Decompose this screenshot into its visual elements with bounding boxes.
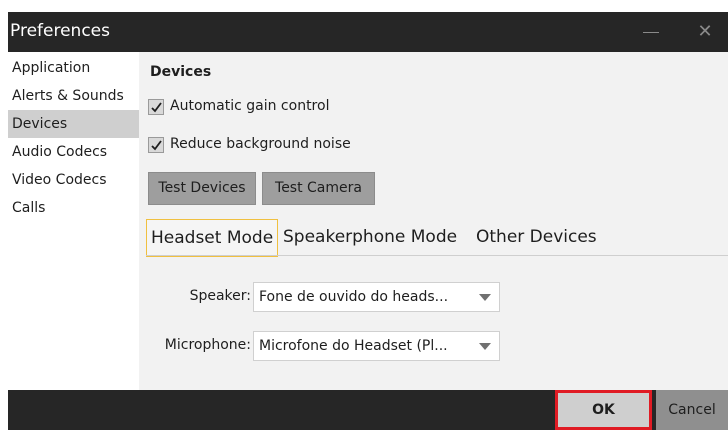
tab-other-devices[interactable]: Other Devices	[476, 219, 597, 257]
microphone-select-value: Microfone do Headset (Pl...	[259, 338, 448, 354]
sidebar-item-devices[interactable]: Devices	[8, 110, 139, 138]
sidebar-item-audio-codecs[interactable]: Audio Codecs	[8, 138, 139, 166]
sidebar: Application Alerts & Sounds Devices Audi…	[8, 52, 139, 390]
ok-button[interactable]: OK	[555, 390, 652, 430]
tabs-divider	[146, 255, 728, 256]
tab-speakerphone-mode[interactable]: Speakerphone Mode	[283, 219, 457, 257]
dialog-footer: OK Cancel	[8, 390, 728, 430]
speaker-label: Speaker:	[189, 288, 251, 304]
speaker-select-value: Fone de ouvido do heads...	[259, 289, 449, 305]
dialog-title: Preferences	[10, 21, 110, 41]
devices-panel: Devices Automatic gain control Reduce ba…	[139, 52, 728, 390]
automatic-gain-label: Automatic gain control	[170, 98, 330, 114]
sidebar-item-application[interactable]: Application	[8, 54, 139, 82]
tab-headset-mode[interactable]: Headset Mode	[146, 219, 279, 257]
background-title-strip	[0, 0, 728, 12]
section-title: Devices	[150, 64, 212, 80]
reduce-noise-checkbox[interactable]	[148, 137, 164, 153]
title-bar: Preferences ✕	[8, 12, 728, 52]
sidebar-item-video-codecs[interactable]: Video Codecs	[8, 166, 139, 194]
reduce-noise-label: Reduce background noise	[170, 136, 351, 152]
minimize-icon	[643, 32, 659, 33]
sidebar-item-calls[interactable]: Calls	[8, 194, 139, 222]
sidebar-item-alerts-sounds[interactable]: Alerts & Sounds	[8, 82, 139, 110]
chevron-down-icon	[479, 294, 491, 301]
automatic-gain-checkbox[interactable]	[148, 99, 164, 115]
microphone-label: Microphone:	[164, 337, 251, 353]
chevron-down-icon	[479, 343, 491, 350]
check-icon	[151, 102, 162, 113]
close-button[interactable]: ✕	[688, 18, 722, 46]
test-devices-button[interactable]: Test Devices	[148, 172, 256, 205]
close-icon: ✕	[697, 21, 713, 42]
preferences-dialog: Preferences ✕ Application Alerts & Sound…	[8, 12, 728, 430]
speaker-select[interactable]: Fone de ouvido do heads...	[253, 282, 500, 312]
check-icon	[151, 140, 162, 151]
minimize-button[interactable]	[634, 18, 668, 46]
cancel-button[interactable]: Cancel	[656, 390, 728, 430]
microphone-select[interactable]: Microfone do Headset (Pl...	[253, 331, 500, 361]
test-camera-button[interactable]: Test Camera	[262, 172, 375, 205]
